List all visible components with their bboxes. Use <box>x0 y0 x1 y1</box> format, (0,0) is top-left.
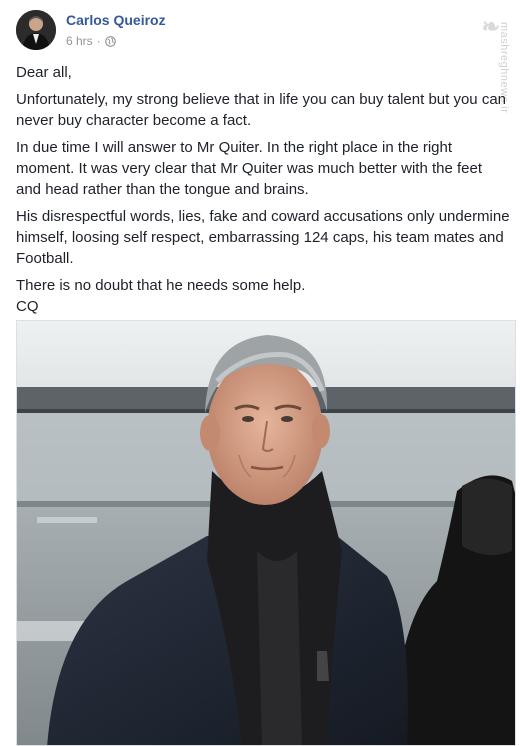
author-name[interactable]: Carlos Queiroz <box>66 12 166 28</box>
post-signature: CQ <box>16 298 39 315</box>
post-paragraph: There is no doubt that he needs some hel… <box>16 277 306 294</box>
author-avatar[interactable] <box>16 10 56 50</box>
meta-separator: · <box>96 34 101 48</box>
post-meta: 6 hrs · <box>66 34 116 48</box>
post-body: Dear all, Unfortunately, my strong belie… <box>16 62 510 323</box>
post-paragraph: In due time I will answer to Mr Quiter. … <box>16 139 483 198</box>
facebook-post: Carlos Queiroz 6 hrs · ❧ mashreghnews.ir… <box>0 0 520 746</box>
post-paragraph: Dear all, <box>16 64 72 81</box>
post-time[interactable]: 6 hrs <box>66 34 93 48</box>
post-paragraph: Unfortunately, my strong believe that in… <box>16 91 507 129</box>
post-paragraph: His disrespectful words, lies, fake and … <box>16 208 510 267</box>
globe-icon[interactable] <box>104 35 116 47</box>
post-photo[interactable] <box>16 320 516 746</box>
post-header: Carlos Queiroz 6 hrs · <box>16 10 506 54</box>
